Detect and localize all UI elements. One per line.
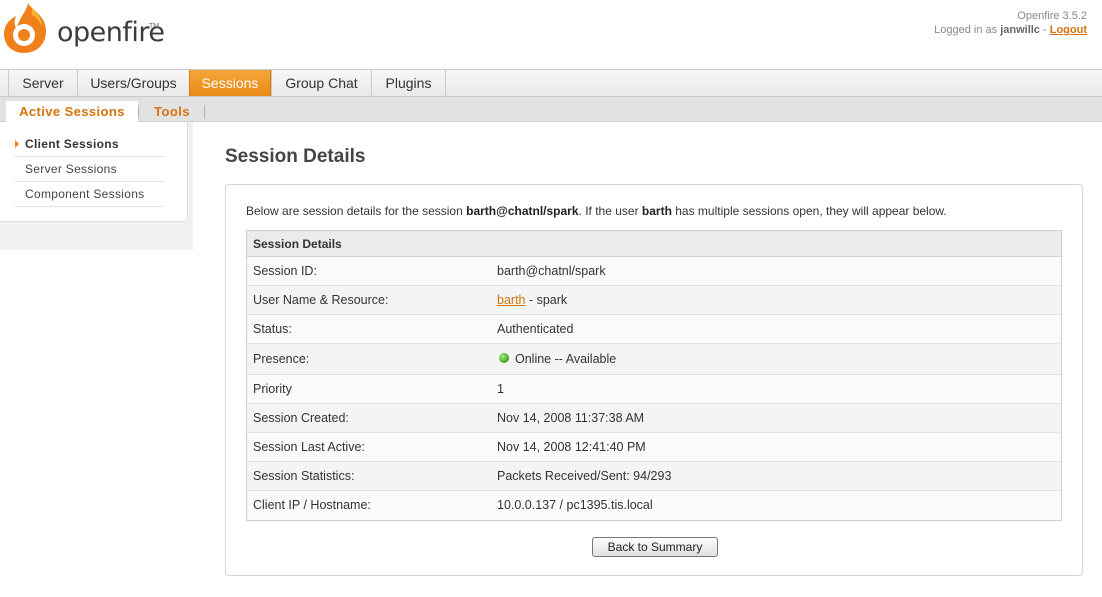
openfire-logo[interactable]: openfire TM bbox=[2, 1, 165, 57]
row-value: 1 bbox=[497, 382, 504, 396]
row-label: Session ID: bbox=[253, 264, 317, 278]
sidebar-item-label: Component Sessions bbox=[25, 187, 145, 201]
table-row: User Name & Resource: barth - spark bbox=[247, 286, 1061, 315]
intro-mid: . If the user bbox=[578, 204, 639, 218]
main-tab-bar: Server Users/Groups Sessions Group Chat … bbox=[0, 69, 1102, 97]
version-label: Openfire 3.5.2 bbox=[1017, 10, 1087, 22]
table-row: Status: Authenticated bbox=[247, 315, 1061, 344]
user-info: Openfire 3.5.2 Logged in as janwillc - L… bbox=[934, 9, 1087, 37]
row-label: Status: bbox=[253, 322, 292, 336]
presence-text: Online -- Available bbox=[515, 352, 617, 366]
row-value: Authenticated bbox=[497, 322, 574, 336]
logo-wordmark: openfire bbox=[57, 17, 165, 48]
row-value: barth - spark bbox=[497, 286, 567, 315]
intro-prefix: Below are session details for the sessio… bbox=[246, 204, 463, 218]
row-value: Online -- Available bbox=[497, 344, 616, 375]
sidebar-item-component-sessions[interactable]: Component Sessions bbox=[14, 182, 164, 207]
table-row: Presence: Online -- Available bbox=[247, 344, 1061, 375]
row-label: Priority bbox=[253, 382, 292, 396]
table-row: Session ID: barth@chatnl/spark bbox=[247, 257, 1061, 286]
arrow-right-icon bbox=[15, 140, 19, 148]
row-value: barth@chatnl/spark bbox=[497, 264, 606, 278]
logout-link[interactable]: Logout bbox=[1050, 24, 1087, 36]
login-status: Logged in as janwillc - Logout bbox=[934, 23, 1087, 37]
row-value: Nov 14, 2008 12:41:40 PM bbox=[497, 440, 646, 454]
row-value: Packets Received/Sent: 94/293 bbox=[497, 469, 672, 483]
logo-trademark: TM bbox=[149, 23, 160, 30]
row-label: Session Statistics: bbox=[253, 469, 355, 483]
tab-plugins[interactable]: Plugins bbox=[371, 70, 446, 96]
row-value: Nov 14, 2008 11:37:38 AM bbox=[497, 411, 645, 425]
presence-online-icon bbox=[499, 353, 509, 363]
page-title: Session Details bbox=[225, 146, 366, 167]
table-row: Session Statistics: Packets Received/Sen… bbox=[247, 462, 1061, 491]
table-row: Session Last Active: Nov 14, 2008 12:41:… bbox=[247, 433, 1061, 462]
logged-in-username: janwillc bbox=[1000, 24, 1040, 36]
tab-users-groups[interactable]: Users/Groups bbox=[77, 70, 189, 96]
subtab-active-sessions[interactable]: Active Sessions bbox=[6, 101, 138, 122]
session-details-table: Session Details Session ID: barth@chatnl… bbox=[246, 230, 1062, 521]
table-row: Client IP / Hostname: 10.0.0.137 / pc139… bbox=[247, 491, 1061, 520]
back-to-summary-button[interactable]: Back to Summary bbox=[592, 537, 718, 557]
user-link[interactable]: barth bbox=[497, 293, 526, 307]
sidebar-item-server-sessions[interactable]: Server Sessions bbox=[14, 157, 164, 182]
subtab-tools[interactable]: Tools bbox=[142, 101, 202, 122]
flame-icon bbox=[4, 3, 46, 53]
resource-text: - spark bbox=[525, 293, 568, 307]
row-label: Presence: bbox=[253, 352, 310, 366]
tab-group-chat[interactable]: Group Chat bbox=[271, 70, 371, 96]
table-row: Session Created: Nov 14, 2008 11:37:38 A… bbox=[247, 404, 1061, 433]
sidebar-item-client-sessions[interactable]: Client Sessions bbox=[14, 132, 164, 157]
session-details-panel: Below are session details for the sessio… bbox=[225, 184, 1083, 576]
sidebar-item-label: Server Sessions bbox=[25, 162, 117, 176]
intro-session-id: barth@chatnl/spark bbox=[466, 204, 579, 218]
subtab-divider bbox=[138, 105, 139, 119]
intro-username: barth bbox=[641, 204, 672, 218]
sidebar-item-label: Client Sessions bbox=[25, 137, 119, 151]
intro-suffix: has multiple sessions open, they will ap… bbox=[675, 204, 947, 218]
sub-tab-bar: Active Sessions Tools bbox=[0, 97, 1102, 122]
sidebar-menu: Client Sessions Server Sessions Componen… bbox=[0, 122, 188, 222]
tab-sessions[interactable]: Sessions bbox=[189, 70, 271, 96]
intro-text: Below are session details for the sessio… bbox=[246, 204, 947, 218]
table-header: Session Details bbox=[247, 231, 1061, 257]
sidebar: Client Sessions Server Sessions Componen… bbox=[0, 122, 193, 250]
row-label: User Name & Resource: bbox=[253, 293, 389, 307]
header: openfire TM Openfire 3.5.2 Logged in as … bbox=[0, 0, 1102, 69]
logout-separator: - bbox=[1043, 24, 1047, 36]
tab-server[interactable]: Server bbox=[8, 70, 77, 96]
logged-in-prefix: Logged in as bbox=[934, 24, 998, 36]
row-label: Session Last Active: bbox=[253, 440, 365, 454]
row-label: Client IP / Hostname: bbox=[253, 498, 371, 512]
row-value: 10.0.0.137 / pc1395.tis.local bbox=[497, 498, 653, 512]
row-label: Session Created: bbox=[253, 411, 349, 425]
subtab-divider bbox=[204, 105, 205, 119]
table-row: Priority 1 bbox=[247, 375, 1061, 404]
